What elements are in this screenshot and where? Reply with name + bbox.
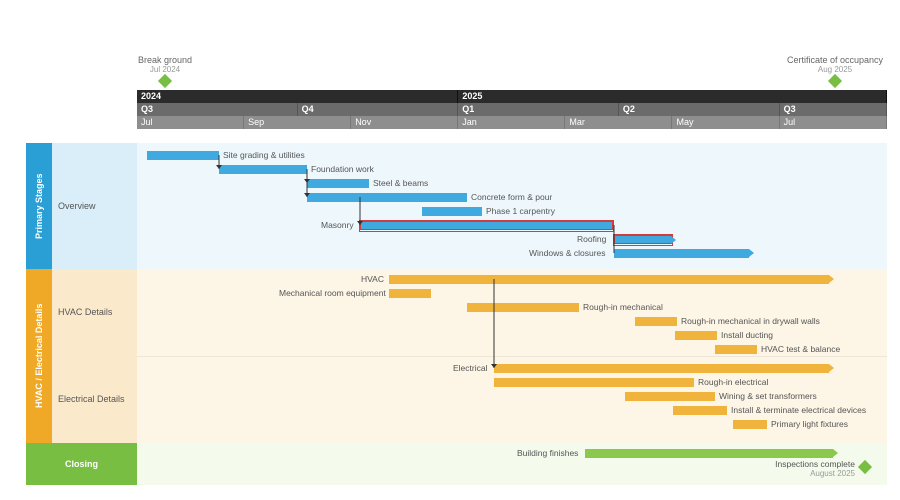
label-devices: Install & terminate electrical devices: [731, 404, 866, 416]
milestone-start-label: Break ground: [120, 55, 210, 65]
lane-hvac-track: HVAC Mechanical room equipment Rough-in …: [137, 269, 887, 443]
sub-divider: [137, 356, 887, 357]
bar-ducting[interactable]: [675, 331, 717, 340]
lane-closing-track: Building finishes Inspections complete A…: [137, 443, 887, 485]
quarter-cell: Q3: [137, 103, 298, 116]
lane-hvac: HVAC / Electrical Details HVAC Details E…: [26, 269, 887, 443]
month-cell: Mar: [565, 116, 672, 129]
lane-hvac-sublabel1: HVAC Details: [58, 269, 131, 356]
timeline-months: Jul Sep Nov Jan Mar May Jul: [137, 116, 887, 129]
lane-primary-tab[interactable]: Primary Stages: [26, 143, 52, 269]
bar-masonry[interactable]: [360, 221, 613, 230]
lane-closing: Closing Building finishes Inspections co…: [26, 443, 887, 485]
month-cell: Jan: [458, 116, 565, 129]
label-site-grading: Site grading & utilities: [223, 149, 305, 161]
label-rough-elec: Rough-in electrical: [698, 376, 768, 388]
bar-site-grading[interactable]: [147, 151, 219, 160]
lane-hvac-sublabel2: Electrical Details: [58, 356, 131, 443]
timeline-years: 2024 2025: [137, 90, 887, 103]
milestone-end-sub: Aug 2025: [775, 65, 895, 74]
milestone-start: Break ground Jul 2024: [120, 55, 210, 86]
quarter-cell: Q4: [298, 103, 459, 116]
milestone-end: Certificate of occupancy Aug 2025: [775, 55, 895, 86]
month-cell: Nov: [351, 116, 458, 129]
bar-roofing[interactable]: [614, 235, 672, 244]
label-steel: Steel & beams: [373, 177, 428, 189]
label-fixtures: Primary light fixtures: [771, 418, 848, 430]
diamond-icon: [828, 74, 842, 88]
milestone-inspections-icon: [858, 460, 872, 474]
label-wiring: Wining & set transformers: [719, 390, 817, 402]
lane-primary-track: Site grading & utilities Foundation work…: [137, 143, 887, 269]
label-concrete: Concrete form & pour: [471, 191, 552, 203]
label-rough-mech: Rough-in mechanical: [583, 301, 663, 313]
quarter-cell: Q2: [619, 103, 780, 116]
lane-primary: Primary Stages Overview Site grading & u…: [26, 143, 887, 269]
label-inspections-sub: August 2025: [810, 469, 855, 478]
bar-wiring[interactable]: [625, 392, 715, 401]
label-inspections: Inspections complete August 2025: [733, 460, 855, 479]
label-finishes: Building finishes: [517, 447, 578, 459]
diamond-icon: [158, 74, 172, 88]
quarter-cell: Q3: [780, 103, 887, 116]
label-test-balance: HVAC test & balance: [761, 343, 840, 355]
bar-rough-mech-dw[interactable]: [635, 317, 677, 326]
milestone-end-label: Certificate of occupancy: [775, 55, 895, 65]
bar-hvac[interactable]: [389, 275, 829, 284]
lane-hvac-tab[interactable]: HVAC / Electrical Details: [26, 269, 52, 443]
year-cell: 2024: [137, 90, 458, 103]
label-windows: Windows & closures: [529, 247, 606, 259]
month-cell: Sep: [244, 116, 351, 129]
swimlanes: Primary Stages Overview Site grading & u…: [26, 143, 887, 485]
month-cell: May: [672, 116, 779, 129]
bar-rough-mech[interactable]: [467, 303, 579, 312]
label-inspections-text: Inspections complete: [775, 459, 855, 469]
lane-primary-labels: Overview: [52, 143, 137, 269]
bar-foundation[interactable]: [219, 165, 307, 174]
bar-devices[interactable]: [673, 406, 727, 415]
label-mech-room: Mechanical room equipment: [279, 287, 386, 299]
bar-rough-elec[interactable]: [494, 378, 694, 387]
label-rough-mech-dw: Rough-in mechanical in drywall walls: [681, 315, 820, 327]
month-cell: Jul: [137, 116, 244, 129]
label-carpentry: Phase 1 carpentry: [486, 205, 555, 217]
bar-mech-room[interactable]: [389, 289, 431, 298]
bar-windows[interactable]: [614, 249, 749, 258]
year-cell: 2025: [458, 90, 887, 103]
label-roofing: Roofing: [577, 233, 606, 245]
bar-electrical[interactable]: [494, 364, 829, 373]
bar-concrete[interactable]: [307, 193, 467, 202]
label-foundation: Foundation work: [311, 163, 374, 175]
label-ducting: Install ducting: [721, 329, 773, 341]
quarter-cell: Q1: [458, 103, 619, 116]
bar-finishes[interactable]: [585, 449, 833, 458]
milestone-start-sub: Jul 2024: [120, 65, 210, 74]
label-hvac: HVAC: [361, 273, 384, 285]
lane-closing-tab[interactable]: Closing: [26, 443, 137, 485]
bar-fixtures[interactable]: [733, 420, 767, 429]
bar-steel[interactable]: [307, 179, 369, 188]
lane-hvac-labels: HVAC Details Electrical Details: [52, 269, 137, 443]
timeline-header: 2024 2025 Q3 Q4 Q1 Q2 Q3 Jul Sep Nov Jan…: [137, 90, 887, 129]
bar-carpentry[interactable]: [422, 207, 482, 216]
lane-primary-sublabel: Overview: [58, 193, 131, 220]
bar-test-balance[interactable]: [715, 345, 757, 354]
timeline-quarters: Q3 Q4 Q1 Q2 Q3: [137, 103, 887, 116]
label-masonry: Masonry: [321, 219, 354, 231]
month-cell: Jul: [780, 116, 887, 129]
label-electrical: Electrical: [453, 362, 487, 374]
